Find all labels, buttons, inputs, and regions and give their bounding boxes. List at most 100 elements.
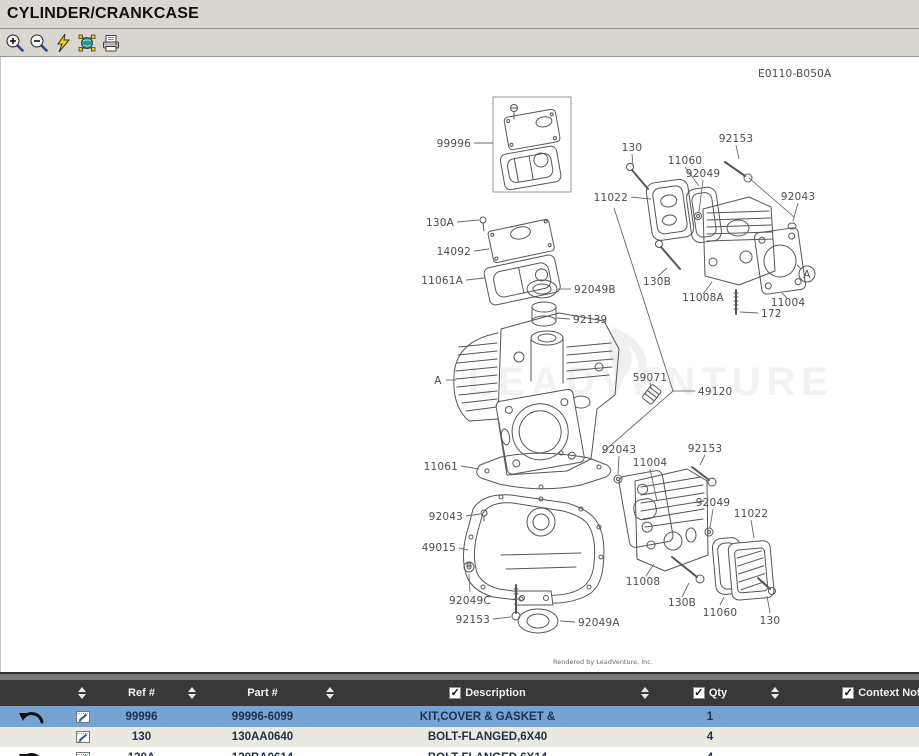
part-label: 92153 bbox=[456, 614, 490, 626]
print-icon bbox=[101, 33, 121, 53]
part-label: 92043 bbox=[429, 511, 463, 523]
part-label: 11061A bbox=[421, 275, 463, 287]
parts-table: Ref # Part # Description Qty Context Not… bbox=[0, 680, 919, 756]
table-row[interactable]: 130A 130BA0614 BOLT-FLANGED,6X14 4 bbox=[0, 747, 919, 756]
part-label: 92049 bbox=[696, 497, 730, 509]
print-button[interactable] bbox=[99, 31, 123, 55]
view-ref-label: A bbox=[434, 375, 442, 387]
part-label: 14092 bbox=[437, 246, 471, 258]
zoom-out-button[interactable] bbox=[27, 31, 51, 55]
part-label: 92153 bbox=[688, 443, 722, 455]
part-label: 11022 bbox=[594, 192, 628, 204]
sort-icon bbox=[641, 687, 650, 699]
cell-part: 130BA0614 bbox=[205, 747, 320, 756]
cell-qty: 4 bbox=[655, 727, 765, 747]
render-credit: Rendered by LeadVenture, Inc. bbox=[553, 658, 653, 666]
part-label: 11004 bbox=[633, 457, 668, 469]
sort-button[interactable] bbox=[180, 680, 205, 706]
watermark: LEADVENTURE bbox=[468, 327, 834, 404]
page-title: CYLINDER/CRANKCASE bbox=[0, 0, 919, 28]
part-label: 11060 bbox=[703, 607, 737, 619]
part-label: 11061 bbox=[424, 461, 458, 473]
checkbox-description[interactable] bbox=[449, 687, 461, 699]
checkbox-context-notes[interactable] bbox=[842, 687, 854, 699]
part-label: 49120 bbox=[698, 386, 732, 398]
part-label: 130A bbox=[426, 217, 455, 229]
col-header-qty[interactable]: Qty bbox=[655, 680, 765, 706]
part-label: 49015 bbox=[422, 542, 456, 554]
sort-icon bbox=[188, 687, 197, 699]
cell-ref: 130A bbox=[103, 747, 180, 756]
sort-button[interactable] bbox=[635, 680, 655, 706]
toolbar bbox=[0, 29, 919, 57]
cell-description: BOLT-FLANGED,6X40 bbox=[340, 727, 635, 747]
part-label: 92139 bbox=[573, 314, 607, 326]
detail-doc-button[interactable] bbox=[74, 729, 92, 746]
part-label: 92049 bbox=[686, 168, 720, 180]
cell-context-notes bbox=[785, 706, 919, 727]
col-header-ref[interactable]: Ref # bbox=[103, 680, 180, 706]
zoom-in-button[interactable] bbox=[3, 31, 27, 55]
refresh-button[interactable] bbox=[51, 31, 75, 55]
hotspot-tool-button[interactable] bbox=[75, 31, 99, 55]
part-label: 11008A bbox=[682, 292, 724, 304]
cell-description: BOLT-FLANGED,6X14 bbox=[340, 747, 635, 756]
col-label-ref: Ref # bbox=[128, 687, 155, 699]
back-arrow-icon bbox=[16, 748, 46, 756]
sort-button[interactable] bbox=[765, 680, 785, 706]
back-arrow-button[interactable] bbox=[14, 749, 48, 756]
part-label: 92153 bbox=[719, 133, 753, 145]
splitter-bar bbox=[0, 672, 919, 680]
detail-doc-button[interactable] bbox=[74, 749, 92, 756]
part-label: 11008 bbox=[626, 576, 660, 588]
sort-button[interactable] bbox=[320, 680, 340, 706]
detail-doc-icon bbox=[75, 709, 91, 725]
part-label: 130 bbox=[622, 142, 643, 154]
cell-description: KIT,COVER & GASKET & bbox=[340, 706, 635, 727]
cell-context-notes bbox=[785, 727, 919, 747]
sort-button[interactable] bbox=[62, 680, 103, 706]
lightning-icon bbox=[53, 33, 73, 53]
cell-ref: 99996 bbox=[103, 706, 180, 727]
detail-doc-button[interactable] bbox=[74, 708, 92, 725]
title-bar: CYLINDER/CRANKCASE bbox=[0, 0, 919, 29]
checkbox-qty[interactable] bbox=[693, 687, 705, 699]
part-label: 92043 bbox=[602, 444, 636, 456]
hotspot-tool-icon bbox=[77, 33, 97, 53]
cell-part: 130AA0640 bbox=[205, 727, 320, 747]
col-header-part[interactable]: Part # bbox=[205, 680, 320, 706]
detail-doc-icon bbox=[75, 750, 91, 756]
part-label: 130B bbox=[643, 276, 671, 288]
cell-context-notes bbox=[785, 747, 919, 756]
part-label: 92049B bbox=[574, 284, 616, 296]
part-label: 11060 bbox=[668, 155, 702, 167]
col-header-context-notes[interactable]: Context Notes bbox=[785, 680, 919, 706]
part-label: 92043 bbox=[781, 191, 815, 203]
part-label: 172 bbox=[761, 308, 782, 320]
table-row[interactable]: 99996 99996-6099 KIT,COVER & GASKET & 1 bbox=[0, 706, 919, 727]
detail-doc-icon bbox=[75, 729, 91, 745]
part-label: 11022 bbox=[734, 508, 768, 520]
sort-icon bbox=[326, 687, 335, 699]
part-label: 92049A bbox=[578, 617, 620, 629]
cell-qty: 1 bbox=[655, 706, 765, 727]
exploded-parts-diagram: LEADVENTURE bbox=[1, 57, 919, 672]
diagram-canvas[interactable]: LEADVENTURE bbox=[0, 57, 919, 672]
part-label: 99996 bbox=[437, 138, 472, 150]
col-label-qty: Qty bbox=[709, 687, 727, 699]
part-label: 92049C bbox=[449, 595, 491, 607]
part-label: 130 bbox=[760, 615, 781, 627]
back-arrow-icon bbox=[16, 707, 46, 727]
part-label: E0110-B050A bbox=[758, 68, 832, 80]
parts-catalog-window: CYLINDER/CRANKCASE bbox=[0, 0, 919, 756]
col-label-part: Part # bbox=[247, 687, 278, 699]
zoom-out-icon bbox=[29, 33, 49, 53]
col-header-description[interactable]: Description bbox=[340, 680, 635, 706]
header-spacer bbox=[0, 680, 62, 706]
back-arrow-button[interactable] bbox=[14, 708, 48, 726]
part-label: 59071 bbox=[633, 372, 667, 384]
view-ref-label: A bbox=[803, 269, 811, 281]
cell-qty: 4 bbox=[655, 747, 765, 756]
cell-ref: 130 bbox=[103, 727, 180, 747]
table-row[interactable]: 130 130AA0640 BOLT-FLANGED,6X40 4 bbox=[0, 727, 919, 747]
